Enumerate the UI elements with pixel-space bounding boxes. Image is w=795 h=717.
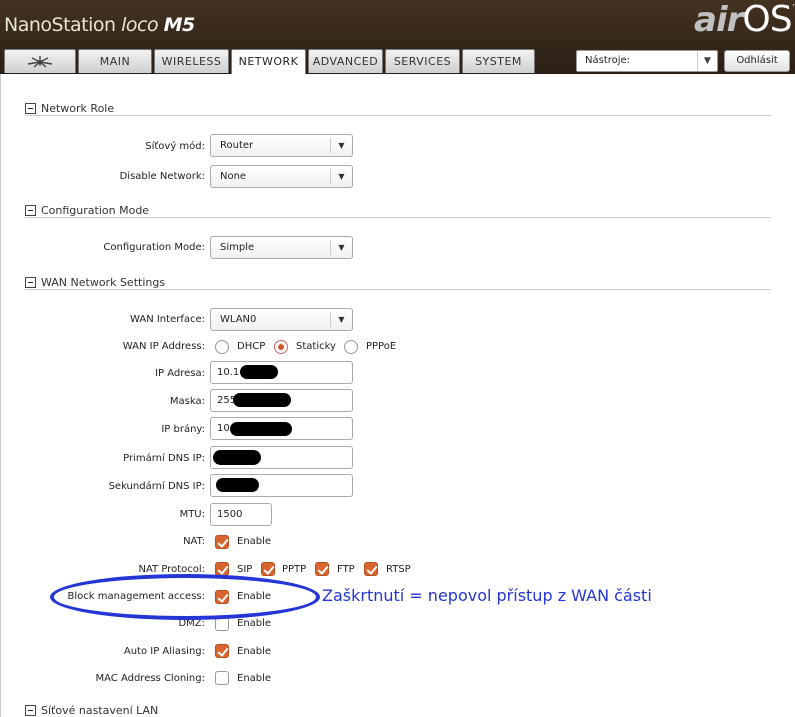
section-title: WAN Network Settings [41,276,166,289]
network-mode-select[interactable]: Router ▼ [210,134,353,157]
dns1-label: Primární DNS IP: [123,453,205,464]
radio-pppoe-label: PPPoE [366,341,397,352]
chevron-down-icon: ▼ [697,51,717,71]
network-mode-label: Síťový mód: [145,141,205,152]
tab-wireless[interactable]: WIRELESS [154,49,229,73]
wan-interface-label: WAN Interface: [130,314,205,325]
disable-network-select[interactable]: None ▼ [210,165,353,188]
ubiquiti-logo-icon [27,56,53,68]
redaction-mark [216,478,259,492]
chevron-down-icon: ▼ [330,240,352,255]
tab-ubnt-logo[interactable] [4,49,76,73]
gateway-label: IP brány: [161,424,205,435]
redaction-mark [240,365,278,379]
wan-interface-value: WLAN0 [220,314,257,325]
configuration-mode-value: Simple [220,242,255,253]
radio-dhcp-label: DHCP [237,341,266,352]
nat-ftp-label: FTP [337,564,355,575]
logo-air: air [694,0,743,40]
dns2-label: Sekundární DNS IP: [108,481,205,492]
configuration-mode-select[interactable]: Simple ▼ [210,236,353,259]
tab-network[interactable]: NETWORK [231,49,306,74]
logout-button[interactable]: Odhlásit [724,50,790,72]
mac-cloning-checkbox[interactable] [215,671,229,685]
annotation-oval [50,574,320,620]
collapse-icon[interactable] [25,205,36,216]
nat-checkbox[interactable] [215,535,229,549]
tab-main[interactable]: MAIN [78,49,152,73]
device-brand: NanoStation loco M5 [4,14,195,36]
wan-interface-select[interactable]: WLAN0 ▼ [210,308,353,331]
disable-network-label: Disable Network: [119,171,205,182]
wan-ip-address-label: WAN IP Address: [122,341,205,352]
chevron-down-icon: ▼ [330,138,352,153]
section-title: Network Role [41,102,115,115]
ip-address-input[interactable]: 10.1 [210,361,353,384]
redaction-mark [213,450,261,465]
collapse-icon[interactable] [25,705,36,716]
radio-dhcp[interactable] [215,340,229,354]
redaction-mark [233,393,291,407]
nat-label: NAT: [183,536,205,547]
configuration-mode-label: Configuration Mode: [103,242,205,253]
section-wan-settings[interactable]: WAN Network Settings [25,276,771,290]
logo-tm: ™ [792,3,795,12]
brand-model: M5 [163,14,196,36]
annotation-text: Zaškrtnutí = nepovol přístup z WAN části [322,586,652,605]
redaction-mark [230,422,292,436]
tab-advanced[interactable]: ADVANCED [308,49,383,73]
auto-ip-aliasing-checkbox[interactable] [215,644,229,658]
network-mode-value: Router [220,140,254,151]
tools-label: Nástroje: [585,55,631,66]
radio-static-label: Staticky [296,341,336,352]
mtu-input[interactable]: 1500 [210,503,272,526]
collapse-icon[interactable] [25,103,36,114]
collapse-icon[interactable] [25,277,36,288]
section-network-role[interactable]: Network Role [25,102,771,116]
ip-address-label: IP Adresa: [155,368,205,379]
mac-cloning-enable-label: Enable [237,673,272,684]
logo-os: OS [742,0,792,40]
brand-loco: loco [121,14,164,36]
nat-enable-label: Enable [237,536,272,547]
section-configuration-mode[interactable]: Configuration Mode [25,204,771,218]
section-lan-settings[interactable]: Síťové nastavení LAN [25,704,771,717]
tab-system[interactable]: SYSTEM [462,49,535,73]
tools-select[interactable]: Nástroje: ▼ [576,50,718,72]
chevron-down-icon: ▼ [330,169,352,184]
tab-services[interactable]: SERVICES [385,49,460,73]
section-title: Síťové nastavení LAN [41,704,159,717]
auto-ip-aliasing-label: Auto IP Aliasing: [123,646,205,657]
section-title: Configuration Mode [41,204,150,217]
auto-ip-aliasing-enable-label: Enable [237,646,272,657]
main-tabs: MAIN WIRELESS NETWORK ADVANCED SERVICES … [4,49,537,74]
airos-logo: airOS™ [694,0,795,40]
nat-rtsp-label: RTSP [386,564,411,575]
radio-pppoe[interactable] [344,340,358,354]
nat-pptp-label: PPTP [282,564,307,575]
disable-network-value: None [220,171,247,182]
nat-ftp-checkbox[interactable] [315,562,329,576]
mtu-value: 1500 [217,509,243,520]
mtu-label: MTU: [179,509,205,520]
nat-rtsp-checkbox[interactable] [364,562,378,576]
brand-main: NanoStation [4,14,122,36]
dmz-enable-label: Enable [237,618,272,629]
chevron-down-icon: ▼ [330,312,352,327]
ip-address-value: 10.1 [217,367,240,378]
header-bar: NanoStation loco M5 airOS™ MAIN WIRELESS… [0,0,795,74]
mask-label: Maska: [169,396,205,407]
nat-sip-label: SIP [237,564,253,575]
nat-pptp-checkbox[interactable] [261,562,275,576]
radio-static[interactable] [274,340,288,354]
mac-cloning-label: MAC Address Cloning: [95,673,205,684]
